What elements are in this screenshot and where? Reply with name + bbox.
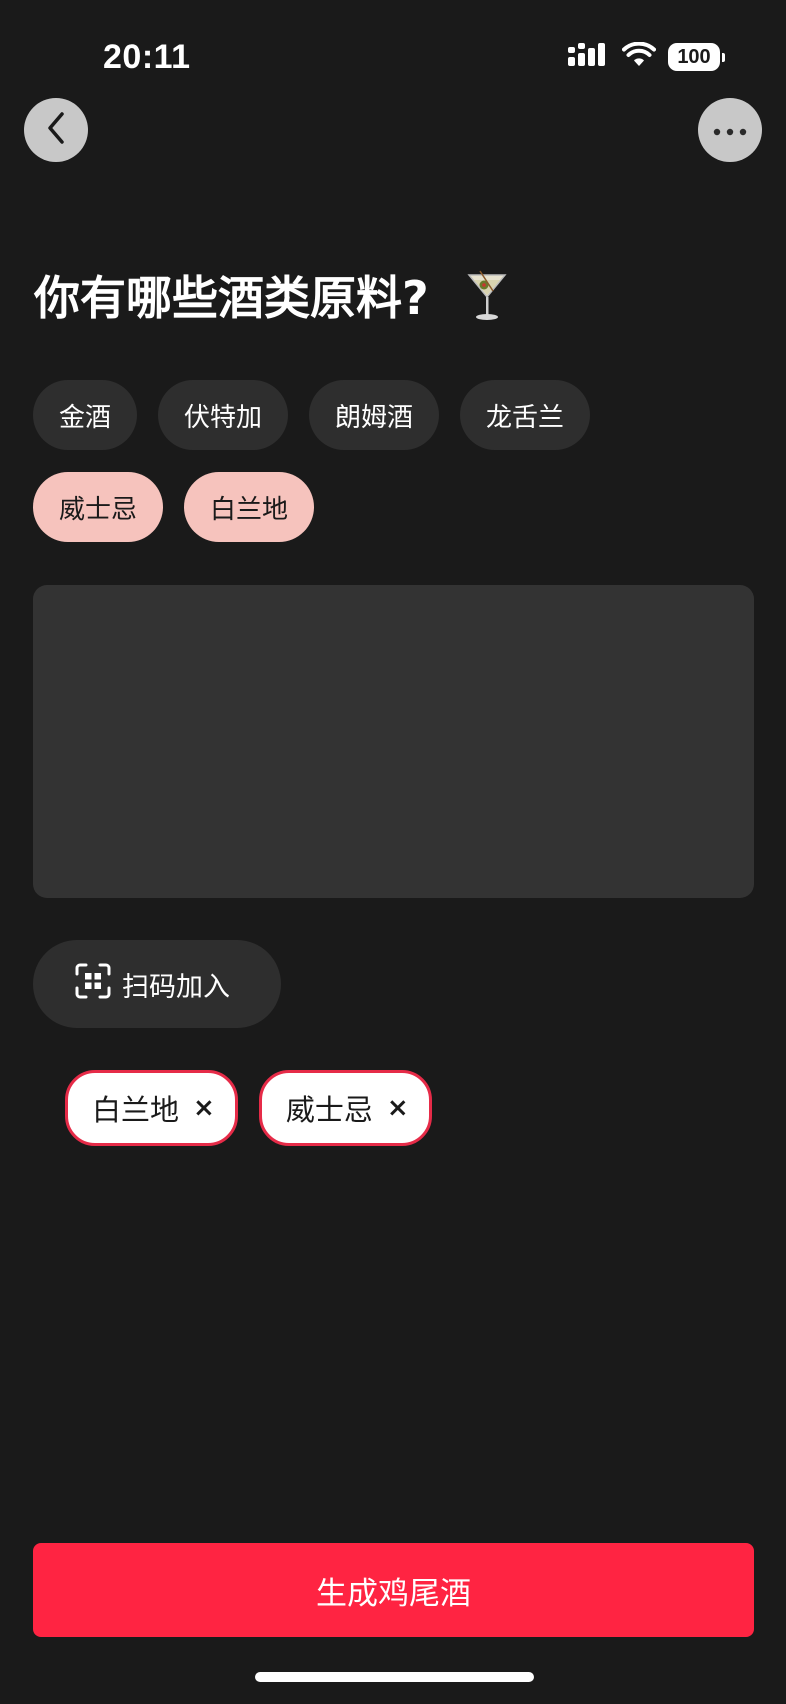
back-button[interactable] [24, 98, 88, 162]
ingredients-input[interactable] [33, 585, 754, 898]
screen: 20:11 100 你有哪些酒类原料? 金酒 伏特加 朗姆酒 龙舌兰 威士忌 白… [0, 0, 786, 1704]
chip-whisky[interactable]: 威士忌 [33, 472, 164, 542]
scan-qr-icon [75, 963, 111, 1006]
status-time: 20:11 [103, 38, 191, 76]
battery-indicator: 100 [668, 43, 725, 71]
page-title: 你有哪些酒类原料? [34, 262, 507, 328]
cellular-signal-icon [568, 42, 610, 72]
tag-label: 威士忌 [285, 1093, 373, 1127]
close-icon[interactable]: × [387, 1095, 409, 1121]
chip-tequila[interactable]: 龙舌兰 [460, 380, 591, 450]
spirit-chips: 金酒 伏特加 朗姆酒 龙舌兰 威士忌 白兰地 [33, 380, 653, 564]
chip-brandy[interactable]: 白兰地 [184, 472, 315, 542]
chip-row: 金酒 伏特加 朗姆酒 龙舌兰 [33, 380, 653, 450]
home-indicator [255, 1672, 534, 1682]
close-icon[interactable]: × [193, 1095, 215, 1121]
chip-gin[interactable]: 金酒 [33, 380, 138, 450]
chip-row: 威士忌 白兰地 [33, 472, 653, 542]
page-title-text: 你有哪些酒类原料? [34, 271, 429, 325]
chevron-left-icon [44, 110, 68, 150]
selected-tags: 白兰地 × 威士忌 × [65, 1070, 432, 1146]
chip-vodka[interactable]: 伏特加 [158, 380, 289, 450]
wifi-icon [622, 41, 656, 72]
more-button[interactable] [698, 98, 762, 162]
generate-cocktail-button[interactable]: 生成鸡尾酒 [33, 1543, 754, 1637]
selected-tag-brandy: 白兰地 × [65, 1070, 238, 1146]
selected-tag-whisky: 威士忌 × [258, 1070, 432, 1146]
status-icons: 100 [568, 41, 725, 72]
chip-rum[interactable]: 朗姆酒 [309, 380, 440, 450]
scan-add-label: 扫码加入 [122, 971, 230, 1003]
tag-label: 白兰地 [92, 1093, 180, 1127]
scan-add-button[interactable]: 扫码加入 [33, 940, 281, 1028]
more-horizontal-icon [713, 121, 747, 140]
cocktail-glass-icon [467, 269, 507, 321]
